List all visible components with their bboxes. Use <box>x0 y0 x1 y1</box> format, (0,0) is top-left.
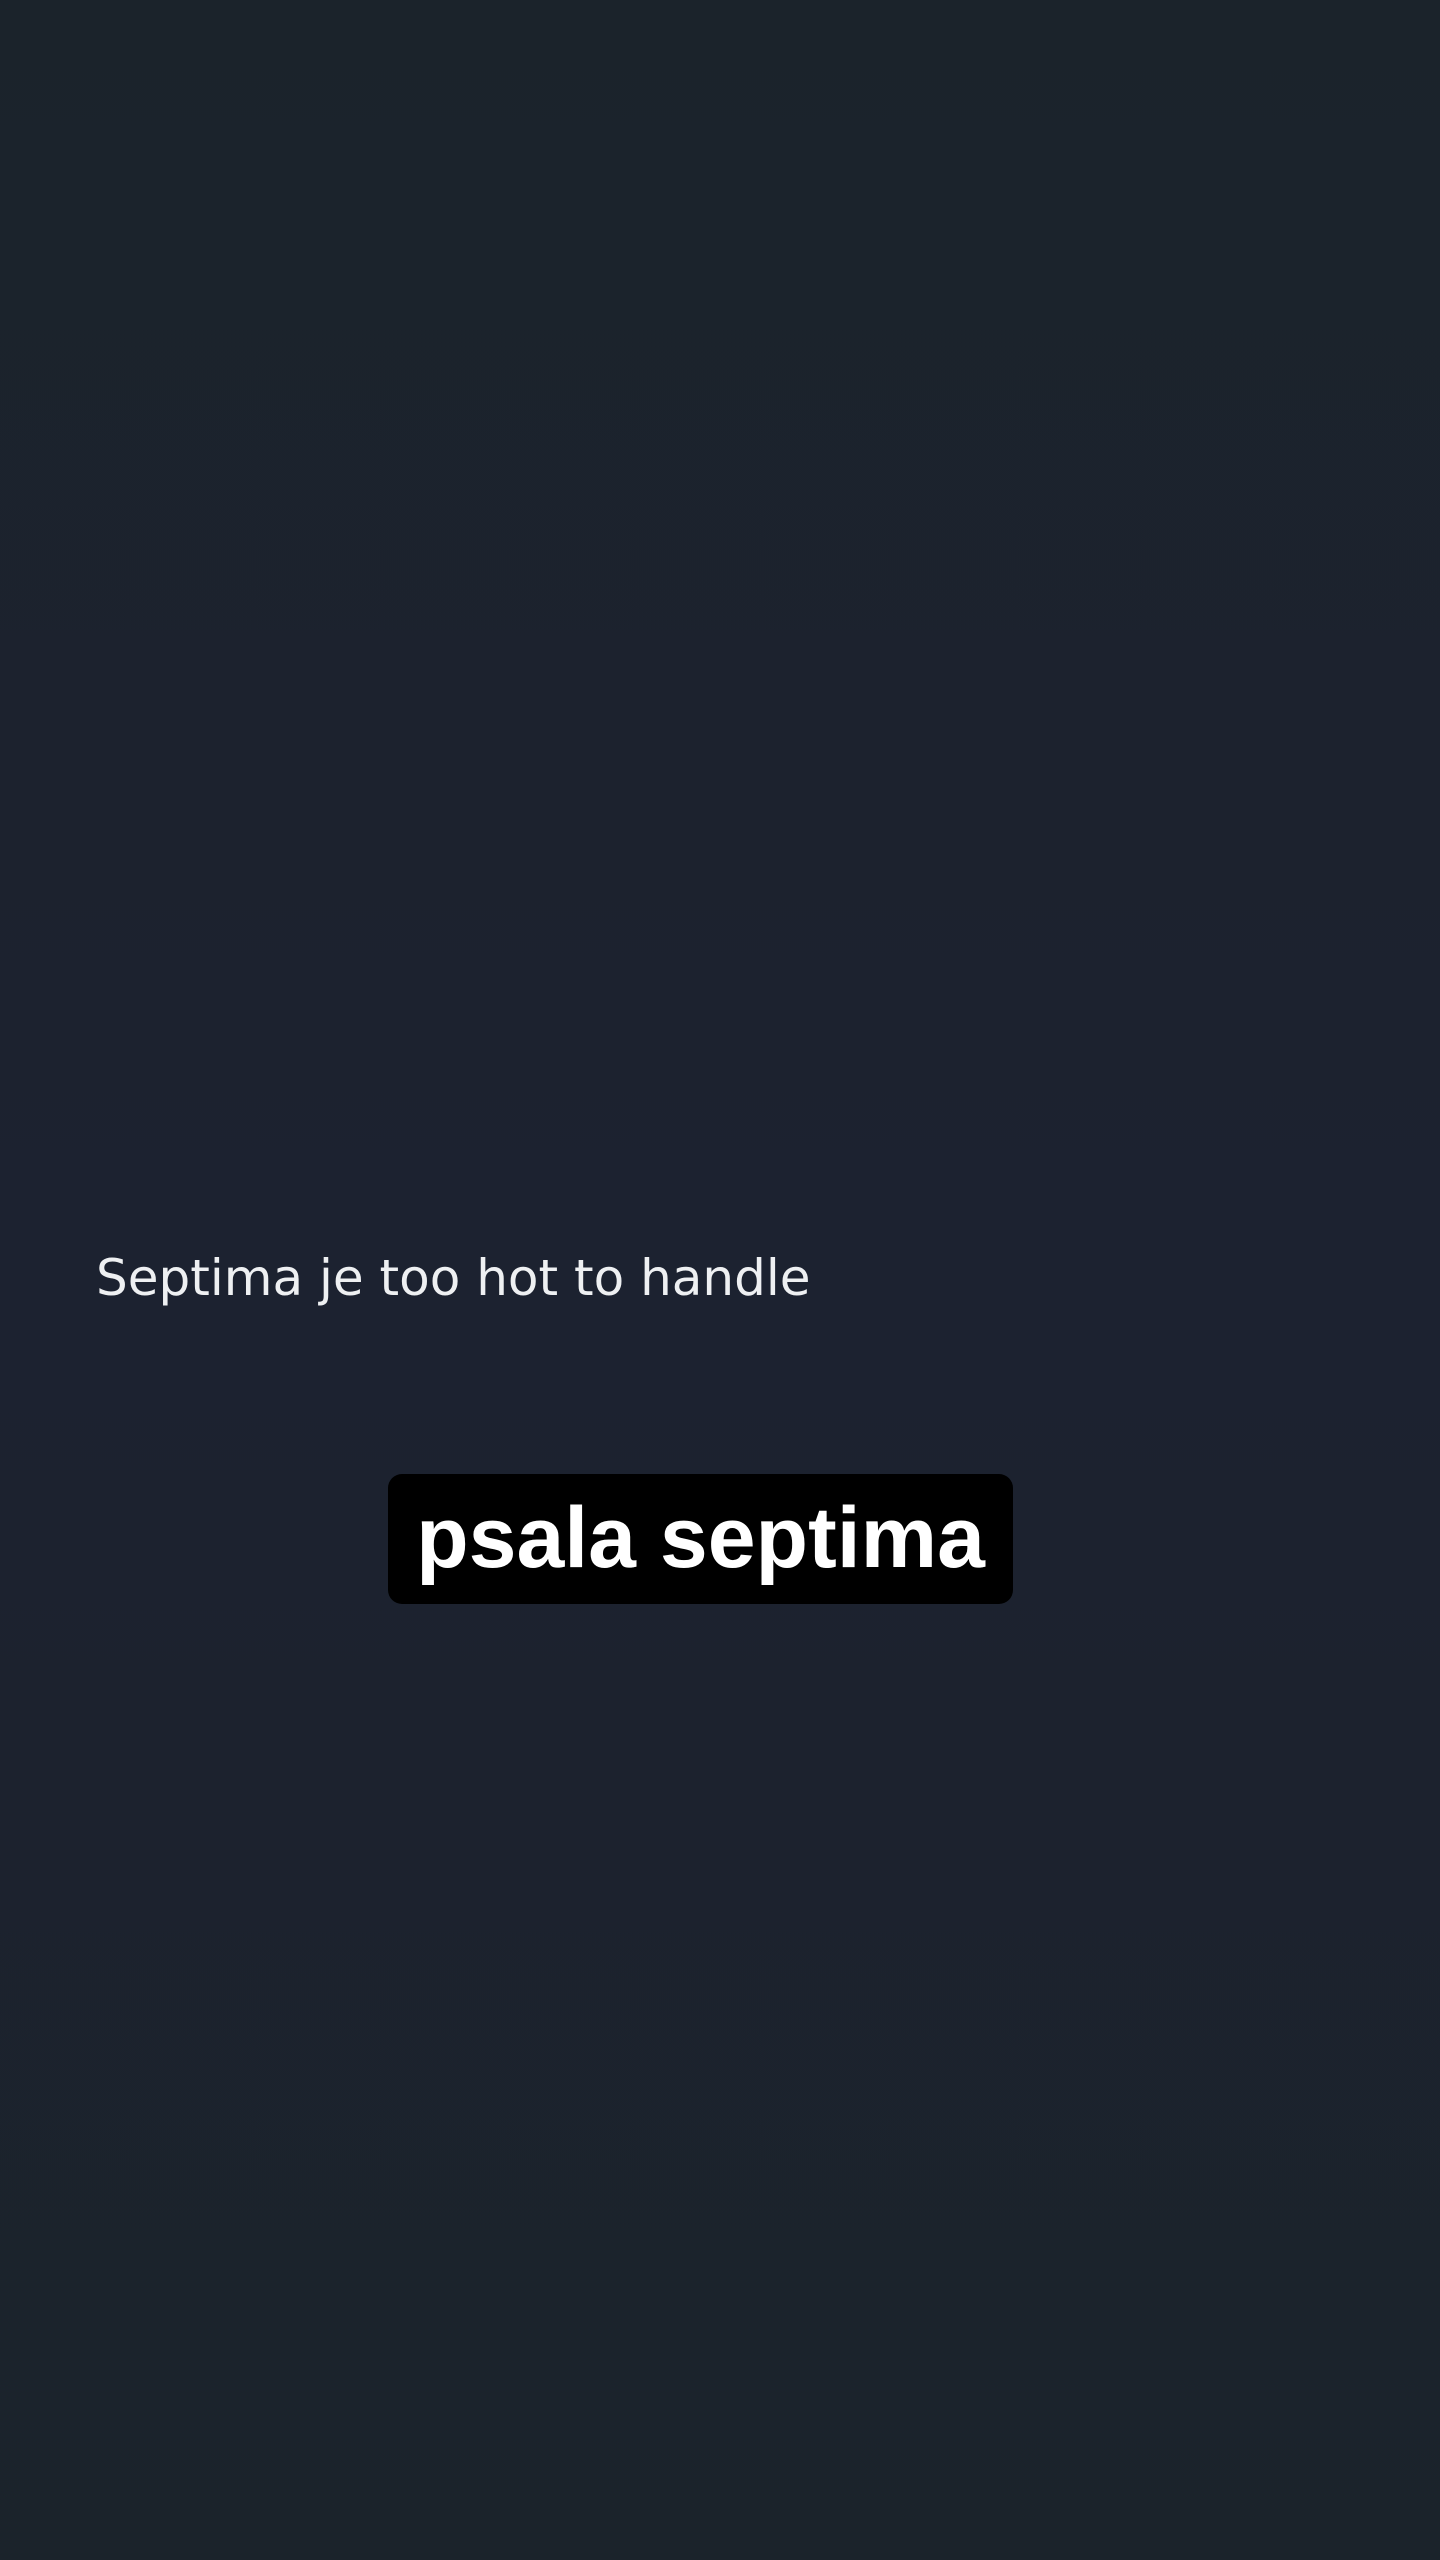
text-sticker[interactable]: psala septima <box>388 1474 1013 1604</box>
story-caption-text[interactable]: Septima je too hot to handle <box>96 1246 810 1310</box>
sticker-container: psala septima <box>0 1474 1401 1604</box>
story-canvas: Septima je too hot to handle psala septi… <box>0 0 1440 2560</box>
